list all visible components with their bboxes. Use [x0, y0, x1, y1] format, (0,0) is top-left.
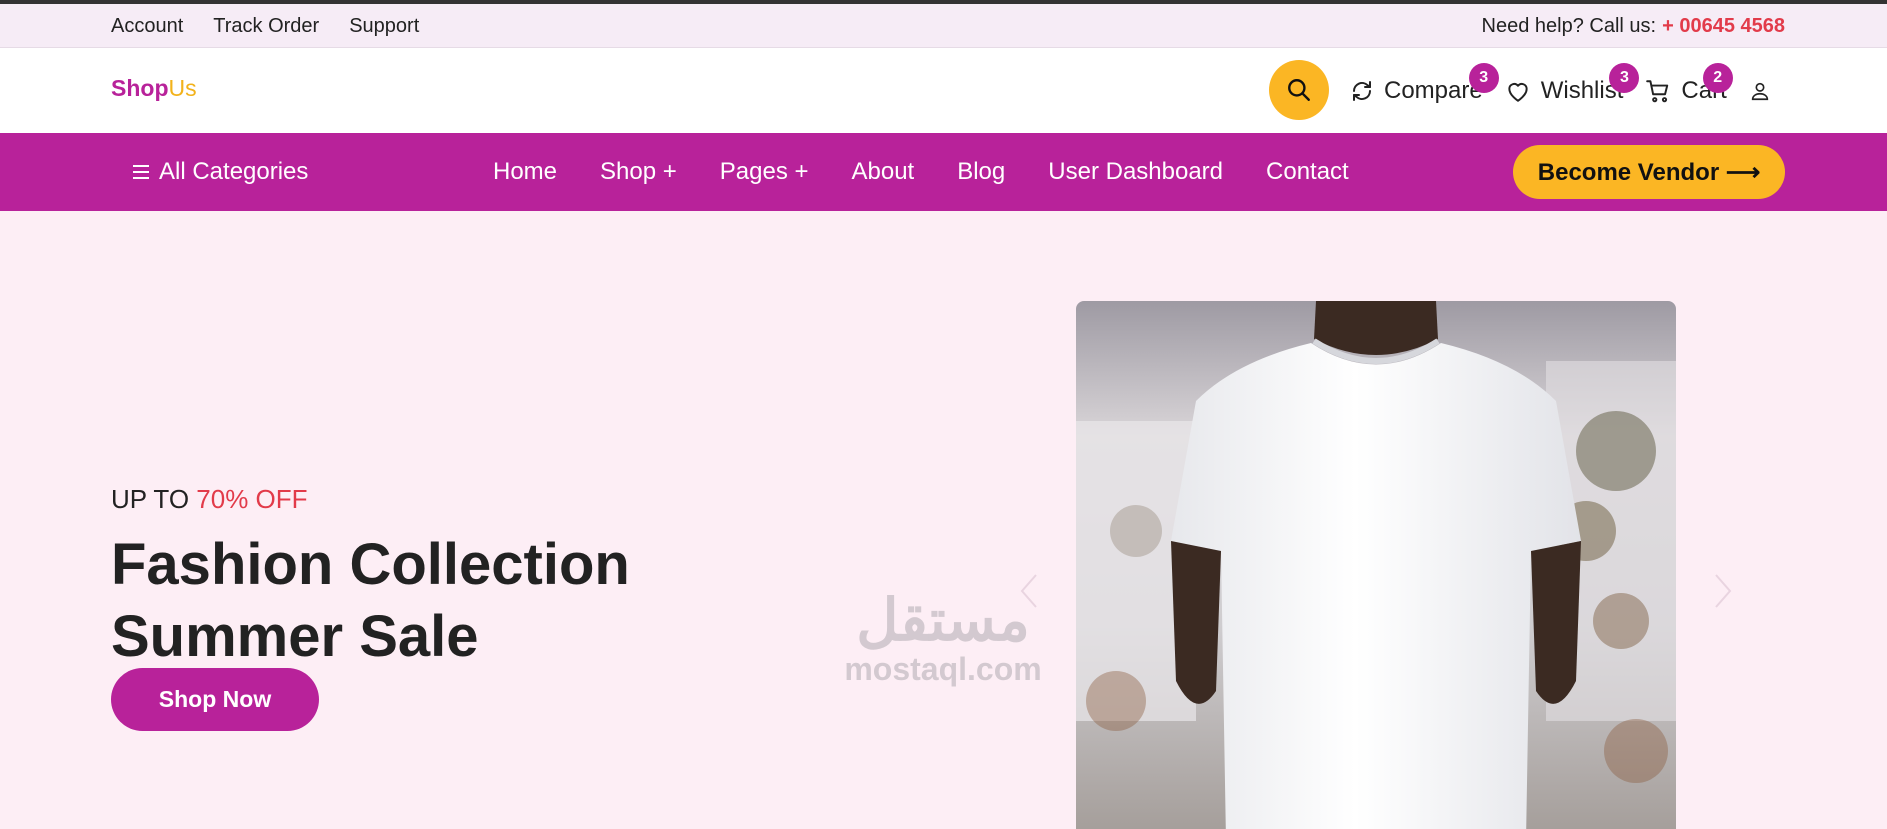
logo-part-us: Us	[168, 75, 197, 101]
watermark-arabic: مستقل	[856, 588, 1030, 653]
shop-now-button[interactable]: Shop Now	[111, 668, 319, 731]
account-link[interactable]: Account	[111, 15, 183, 38]
search-icon	[1288, 79, 1310, 101]
site-header: ShopUs Compare 3 Wishlist 3 Cart 2	[0, 48, 1887, 133]
heart-icon	[1508, 82, 1528, 102]
promo-highlight: 70% OFF	[196, 484, 308, 514]
nav-item-pages[interactable]: Pages +	[720, 158, 809, 186]
all-categories-button[interactable]: All Categories	[131, 133, 308, 211]
refresh-icon	[1353, 80, 1371, 101]
nav-item-home[interactable]: Home	[493, 158, 557, 186]
cart-count-badge: 2	[1702, 62, 1733, 93]
tshirt-model-illustration	[1076, 301, 1676, 829]
user-account-button[interactable]	[1749, 80, 1771, 102]
hero-title-line-1: Fashion Collection	[111, 532, 630, 597]
slider-next-arrow-icon[interactable]	[1710, 571, 1736, 611]
site-logo[interactable]: ShopUs	[111, 75, 197, 102]
help-text: Need help? Call us:	[1481, 14, 1657, 37]
nav-item-user-dashboard[interactable]: User Dashboard	[1048, 158, 1223, 186]
wishlist-button[interactable]: Wishlist 3	[1505, 62, 1640, 105]
cart-button[interactable]: Cart 2	[1645, 62, 1733, 105]
user-icon	[1751, 82, 1768, 100]
help-phone[interactable]: + 00645 4568	[1662, 15, 1785, 38]
compare-button[interactable]: Compare 3	[1350, 62, 1499, 105]
wishlist-count-badge: 3	[1609, 62, 1640, 93]
watermark: مستقل mostaql.com	[833, 591, 1053, 688]
main-nav: All Categories Home Shop + Pages + About…	[0, 133, 1887, 211]
promo-prefix: UP TO	[111, 484, 190, 514]
support-link[interactable]: Support	[349, 15, 419, 38]
become-vendor-button[interactable]: Become Vendor ⟶	[1513, 145, 1785, 199]
track-order-link[interactable]: Track Order	[213, 15, 319, 38]
promo-line: UP TO 70% OFF	[111, 484, 308, 515]
hero-product-image	[1076, 301, 1676, 829]
nav-item-contact[interactable]: Contact	[1266, 158, 1349, 186]
top-links: Account Track Order Support	[111, 4, 419, 48]
cart-icon	[1646, 79, 1669, 102]
nav-menu: Home Shop + Pages + About Blog User Dash…	[493, 133, 1349, 211]
nav-item-shop[interactable]: Shop +	[600, 158, 677, 186]
top-bar: Account Track Order Support Need help? C…	[0, 0, 1887, 48]
help-contact: Need help? Call us: + 00645 4568	[1482, 4, 1785, 48]
hero-slider: UP TO 70% OFF Fashion Collection Summer …	[0, 211, 1887, 829]
hero-title-line-2: Summer Sale	[111, 604, 479, 669]
search-button[interactable]	[1269, 60, 1329, 120]
all-categories-label: All Categories	[159, 158, 309, 185]
menu-icon	[133, 165, 149, 179]
compare-count-badge: 3	[1468, 62, 1499, 93]
nav-item-blog[interactable]: Blog	[957, 158, 1005, 186]
compare-label: Compare	[1384, 76, 1483, 104]
nav-item-about[interactable]: About	[852, 158, 915, 186]
header-actions: Compare 3 Wishlist 3 Cart 2	[1350, 48, 1793, 133]
logo-part-shop: Shop	[111, 75, 169, 101]
hero-title: Fashion Collection Summer Sale	[111, 529, 630, 673]
watermark-latin: mostaql.com	[844, 651, 1042, 687]
